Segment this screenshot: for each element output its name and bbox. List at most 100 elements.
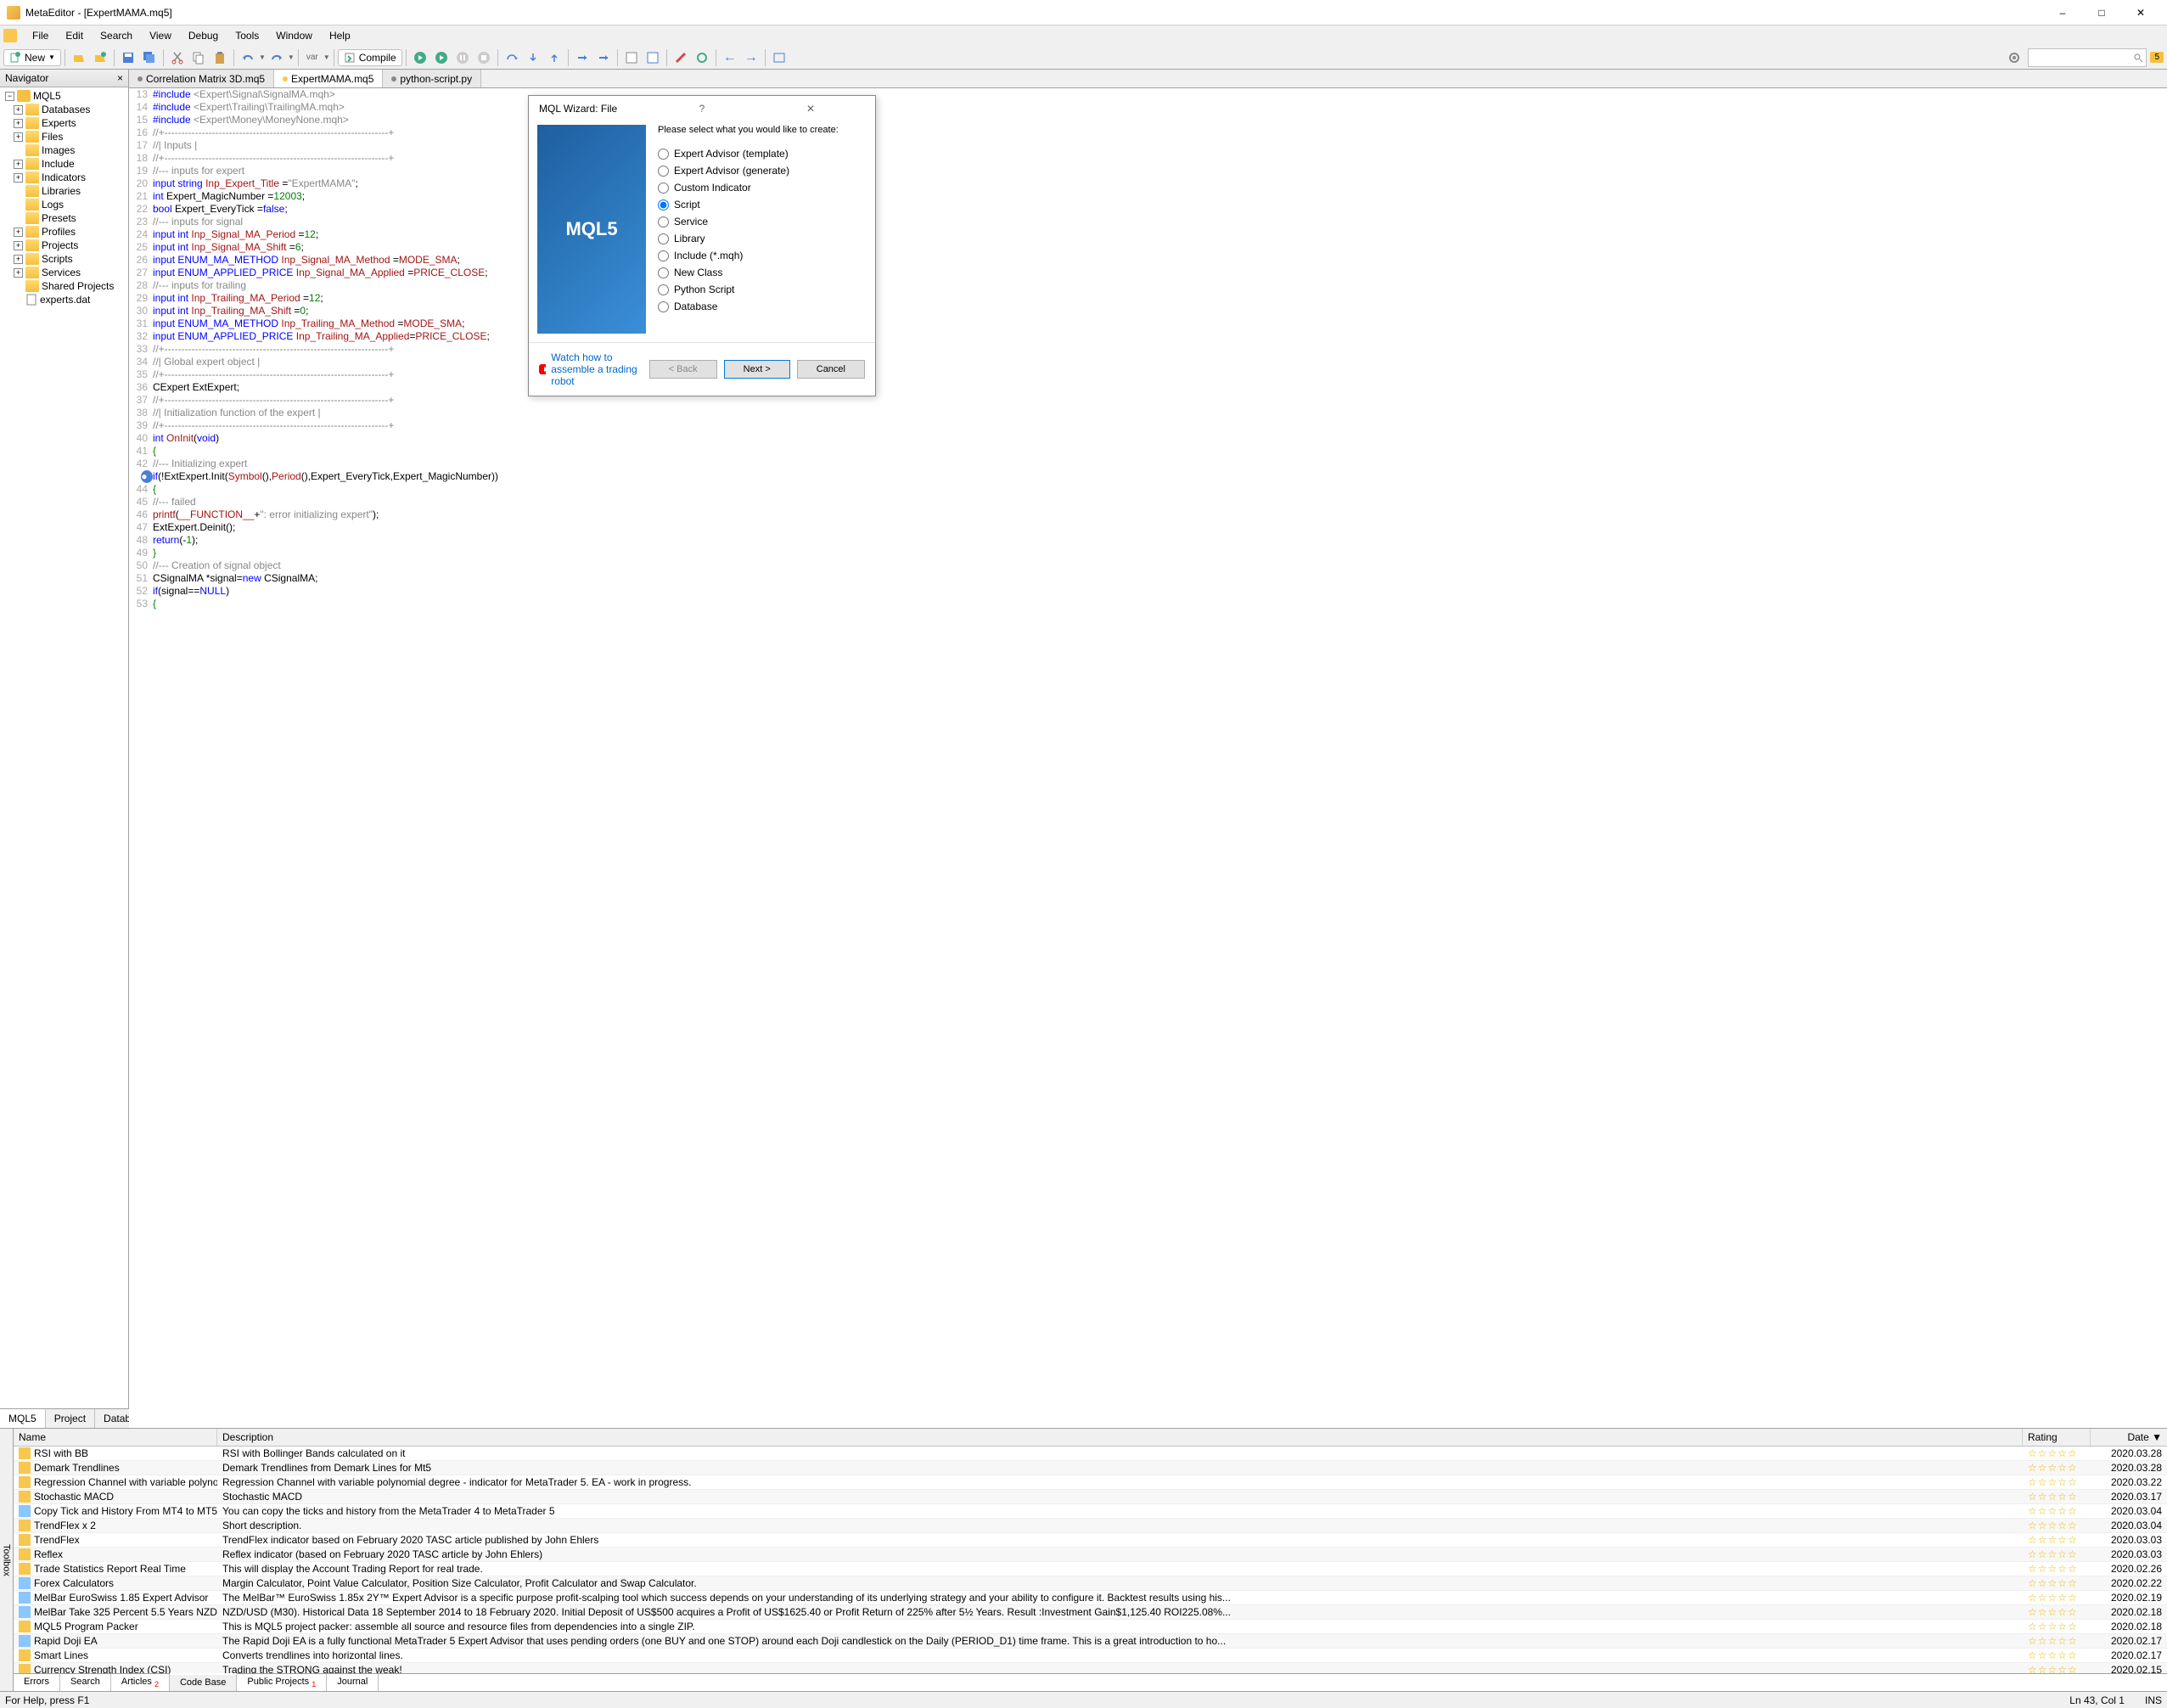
code-editor[interactable]: 13#include <Expert\Signal\SignalMA.mqh> … [129, 88, 2167, 1428]
toolbox-row[interactable]: Currency Strength Index (CSI)Trading the… [14, 1663, 2167, 1673]
radio-input[interactable] [658, 250, 669, 261]
expand-icon[interactable]: + [14, 105, 23, 115]
terminal-icon[interactable] [769, 48, 789, 68]
search-box[interactable] [2028, 48, 2147, 67]
wizard-link[interactable]: Watch how to assemble a trading robot [539, 351, 643, 387]
expand-icon[interactable]: + [14, 119, 23, 128]
col-description[interactable]: Description [217, 1429, 2023, 1446]
wizard-radio-option[interactable]: Custom Indicator [658, 179, 867, 196]
open-icon[interactable] [69, 48, 89, 68]
toolbox-row[interactable]: Forex CalculatorsMargin Calculator, Poin… [14, 1576, 2167, 1591]
nav-node[interactable]: Shared Projects [2, 279, 126, 293]
nav-forward-icon[interactable]: → [741, 48, 761, 68]
nav-node[interactable]: Presets [2, 211, 126, 225]
col-date[interactable]: Date ▼ [2091, 1429, 2167, 1446]
copy-icon[interactable] [188, 48, 209, 68]
nav-node[interactable]: +Indicators [2, 171, 126, 184]
toolbox-row[interactable]: Smart LinesConverts trendlines into hori… [14, 1649, 2167, 1663]
toolbox-tab[interactable]: Errors [14, 1674, 60, 1691]
paste-icon[interactable] [210, 48, 230, 68]
redo-icon[interactable] [267, 48, 287, 68]
wizard-radio-option[interactable]: Database [658, 298, 867, 315]
radio-input[interactable] [658, 301, 669, 312]
toolbox-vertical-label[interactable]: Toolbox [0, 1429, 14, 1691]
settings-icon[interactable] [2004, 48, 2024, 68]
wizard-radio-option[interactable]: Library [658, 230, 867, 247]
nav-node[interactable]: +Projects [2, 239, 126, 252]
radio-input[interactable] [658, 149, 669, 160]
menu-debug[interactable]: Debug [180, 27, 227, 44]
editor-tab[interactable]: Correlation Matrix 3D.mq5 [129, 70, 274, 87]
close-button[interactable]: ✕ [2121, 0, 2160, 25]
search-input[interactable] [2032, 53, 2133, 63]
nav-tab-project[interactable]: Project [46, 1409, 95, 1428]
new-button[interactable]: New ▼ [3, 49, 61, 66]
wizard-radio-option[interactable]: Expert Advisor (generate) [658, 162, 867, 179]
wizard-cancel-button[interactable]: Cancel [797, 360, 865, 379]
wizard-help-button[interactable]: ? [648, 103, 756, 115]
toolbox-row[interactable]: Regression Channel with variable polynom… [14, 1475, 2167, 1490]
nav-node[interactable]: Images [2, 143, 126, 157]
refresh-icon[interactable] [692, 48, 712, 68]
toolbox-row[interactable]: Copy Tick and History From MT4 to MT5 re… [14, 1504, 2167, 1519]
nav-root[interactable]: − MQL5 [2, 89, 126, 103]
expand-icon[interactable]: + [14, 255, 23, 264]
profile2-icon[interactable] [643, 48, 663, 68]
profile-icon[interactable] [621, 48, 642, 68]
nav-tab-mql5[interactable]: MQL5 [0, 1409, 46, 1428]
radio-input[interactable] [658, 199, 669, 211]
navigator-tree[interactable]: − MQL5 +Databases+Experts+FilesImages+In… [0, 87, 128, 1408]
nav-node[interactable]: +Scripts [2, 252, 126, 266]
debug-start-icon[interactable] [410, 48, 430, 68]
wizard-radio-option[interactable]: New Class [658, 264, 867, 281]
wizard-radio-option[interactable]: Script [658, 196, 867, 213]
expand-icon[interactable]: + [14, 241, 23, 250]
menu-search[interactable]: Search [92, 27, 141, 44]
bp-toggle-icon[interactable] [572, 48, 592, 68]
toolbox-tab[interactable]: Articles 2 [111, 1674, 170, 1691]
toolbox-table[interactable]: Name Description Rating Date ▼ RSI with … [14, 1429, 2167, 1673]
step-over-icon[interactable] [502, 48, 522, 68]
nav-node[interactable]: Libraries [2, 184, 126, 198]
expand-icon[interactable]: + [14, 132, 23, 142]
radio-input[interactable] [658, 267, 669, 278]
menu-window[interactable]: Window [267, 27, 321, 44]
editor-tab[interactable]: python-script.py [383, 70, 481, 87]
radio-input[interactable] [658, 166, 669, 177]
toolbox-row[interactable]: TrendFlexTrendFlex indicator based on Fe… [14, 1533, 2167, 1548]
editor-tab[interactable]: ExpertMAMA.mq5 [274, 70, 383, 87]
step-out-icon[interactable] [544, 48, 564, 68]
col-rating[interactable]: Rating [2023, 1429, 2091, 1446]
toolbox-row[interactable]: MelBar Take 325 Percent 5.5 Years NZD-US… [14, 1605, 2167, 1620]
nav-node[interactable]: +Include [2, 157, 126, 171]
minimize-button[interactable]: – [2043, 0, 2082, 25]
menu-tools[interactable]: Tools [227, 27, 267, 44]
expand-icon[interactable]: + [14, 228, 23, 237]
toolbox-row[interactable]: Trade Statistics Report Real TimeThis wi… [14, 1562, 2167, 1576]
toolbox-row[interactable]: MQL5 Program PackerThis is MQL5 project … [14, 1620, 2167, 1634]
toolbox-row[interactable]: Rapid Doji EAThe Rapid Doji EA is a full… [14, 1634, 2167, 1649]
radio-input[interactable] [658, 233, 669, 244]
wizard-next-button[interactable]: Next > [724, 360, 790, 379]
radio-input[interactable] [658, 183, 669, 194]
menu-file[interactable]: File [24, 27, 57, 44]
wizard-radio-option[interactable]: Expert Advisor (template) [658, 145, 867, 162]
nav-node[interactable]: +Files [2, 130, 126, 143]
notification-badge[interactable]: 5 [2150, 52, 2164, 63]
col-name[interactable]: Name [14, 1429, 217, 1446]
expand-icon[interactable]: − [5, 92, 14, 101]
nav-back-icon[interactable]: ← [720, 48, 740, 68]
bp-next-icon[interactable] [593, 48, 614, 68]
expand-icon[interactable]: + [14, 268, 23, 278]
step-into-icon[interactable] [523, 48, 543, 68]
navigator-close-icon[interactable]: × [117, 72, 123, 84]
wizard-radio-option[interactable]: Service [658, 213, 867, 230]
save-icon[interactable] [118, 48, 138, 68]
wizard-back-button[interactable]: < Back [649, 360, 717, 379]
var-icon[interactable]: var [302, 48, 323, 68]
toolbox-row[interactable]: TrendFlex x 2Short description.☆☆☆☆☆2020… [14, 1519, 2167, 1533]
undo-icon[interactable] [238, 48, 258, 68]
toolbox-row[interactable]: ReflexReflex indicator (based on Februar… [14, 1548, 2167, 1562]
nav-node[interactable]: experts.dat [2, 293, 126, 306]
nav-node[interactable]: +Experts [2, 116, 126, 130]
